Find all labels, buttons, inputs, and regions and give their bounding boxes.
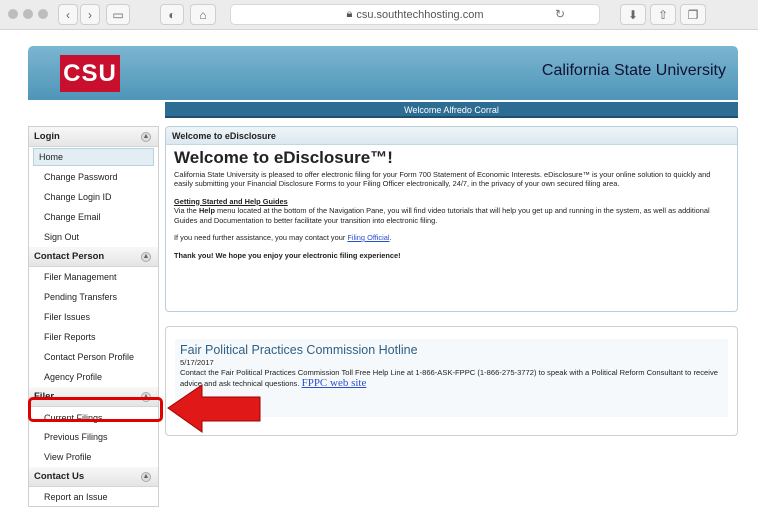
back-button[interactable]: ‹: [58, 4, 78, 25]
sidebar-item-report-an-issue[interactable]: Report an Issue: [29, 487, 158, 507]
close-window-button[interactable]: [8, 9, 18, 19]
news-title: Fair Political Practices Commission Hotl…: [180, 343, 418, 357]
sidebar-item-previous-filings[interactable]: Previous Filings: [29, 427, 158, 447]
downloads-icon[interactable]: ⬇: [620, 4, 646, 25]
collapse-icon[interactable]: ▲: [141, 252, 151, 262]
privacy-shield-icon[interactable]: ◐: [160, 4, 184, 25]
sidebar-item-sign-out[interactable]: Sign Out: [29, 227, 158, 247]
thanks-text: Thank you! We hope you enjoy your electr…: [174, 250, 401, 260]
help-keyword: Help: [198, 206, 215, 215]
sidebar-item-filer-management[interactable]: Filer Management: [29, 267, 158, 287]
news-date: 5/17/2017: [180, 358, 214, 367]
guides-text: Via the Help menu located at the bottom …: [174, 206, 710, 225]
sidebar-item-home[interactable]: Home: [33, 148, 154, 166]
sidebar-item-contact-person-profile[interactable]: Contact Person Profile: [29, 347, 158, 367]
csu-logo: CSU: [60, 55, 120, 92]
reload-icon[interactable]: ↻: [555, 7, 565, 21]
sidebar-item-filer-issues[interactable]: Filer Issues: [29, 307, 158, 327]
current-filings-highlight: [28, 397, 163, 422]
address-text: csu.southtechhosting.com: [356, 8, 484, 21]
sidebar-section-login[interactable]: Login ▲: [29, 127, 158, 147]
sidebar-item-change-password[interactable]: Change Password: [29, 167, 158, 187]
zoom-window-button[interactable]: [38, 9, 48, 19]
university-title: California State University: [541, 62, 726, 79]
minimize-window-button[interactable]: [23, 9, 33, 19]
sidebar-item-view-profile[interactable]: View Profile: [29, 447, 158, 467]
assistance-text: If you need further assistance, you may …: [174, 233, 392, 242]
address-bar[interactable]: 🔒︎ csu.southtechhosting.com ↻: [230, 4, 600, 25]
sidebar-item-change-login-id[interactable]: Change Login ID: [29, 187, 158, 207]
fppc-link[interactable]: FPPC web site: [302, 377, 367, 389]
panel-title: Welcome to eDisclosure: [166, 127, 737, 145]
welcome-panel: Welcome to eDisclosure Welcome to eDiscl…: [165, 126, 738, 312]
sidebar-item-pending-transfers[interactable]: Pending Transfers: [29, 287, 158, 307]
sidebar-item-agency-profile[interactable]: Agency Profile: [29, 367, 158, 387]
welcome-bar: Welcome Alfredo Corral: [165, 102, 738, 118]
navigation-pane: Login ▲ Home Change Password Change Logi…: [28, 126, 159, 507]
home-icon[interactable]: ⌂: [190, 4, 216, 25]
site-header: CSU California State University: [28, 46, 738, 100]
sidebar-item-filer-reports[interactable]: Filer Reports: [29, 327, 158, 347]
sidebar-section-contact-person[interactable]: Contact Person ▲: [29, 247, 158, 267]
collapse-icon[interactable]: ▲: [141, 472, 151, 482]
red-arrow-icon: [167, 384, 261, 433]
collapse-icon[interactable]: ▲: [141, 132, 151, 142]
lock-icon: 🔒︎: [346, 8, 353, 20]
forward-button[interactable]: ›: [80, 4, 100, 25]
sidebar-toggle-icon[interactable]: ▭: [106, 4, 130, 25]
sidebar-item-change-email[interactable]: Change Email: [29, 207, 158, 227]
tabs-icon[interactable]: ❐: [680, 4, 706, 25]
sidebar-section-contact-us[interactable]: Contact Us ▲: [29, 467, 158, 487]
guides-heading: Getting Started and Help Guides: [174, 196, 288, 206]
filing-official-link[interactable]: Filing Official: [347, 233, 389, 242]
page-title: Welcome to eDisclosure™!: [174, 148, 393, 167]
browser-toolbar: ‹ › ▭ ◐ ⌂ 🔒︎ csu.southtechhosting.com ↻ …: [0, 0, 758, 30]
share-icon[interactable]: ⇧: [650, 4, 676, 25]
intro-text: California State University is pleased t…: [174, 169, 711, 189]
